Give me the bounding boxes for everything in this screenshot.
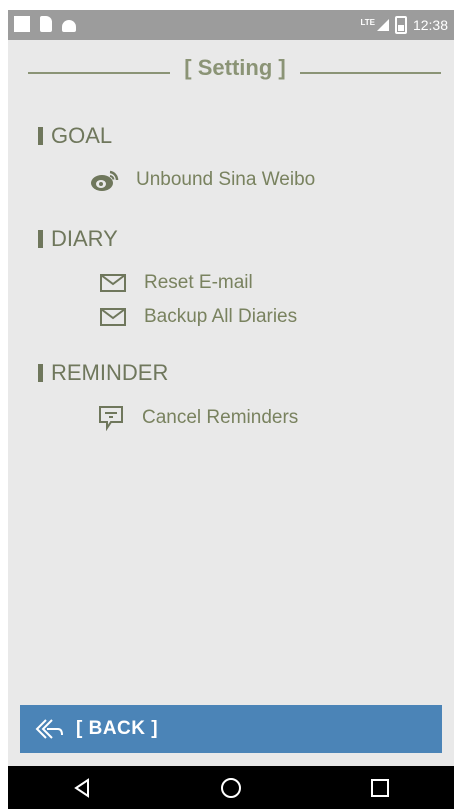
- network-label: LTE: [360, 17, 375, 27]
- status-right-icons: LTE 12:38: [360, 16, 448, 34]
- nav-back-icon[interactable]: [62, 772, 102, 804]
- status-time: 12:38: [412, 17, 448, 33]
- reset-email-item[interactable]: Reset E-mail: [98, 271, 253, 295]
- weibo-icon: [90, 168, 120, 192]
- backup-diaries-item[interactable]: Backup All Diaries: [98, 305, 297, 329]
- section-bar-icon: [38, 230, 43, 248]
- page-header: [ Setting ]: [8, 55, 454, 87]
- notification-square-icon: [14, 16, 30, 32]
- cancel-reminders-label: Cancel Reminders: [142, 407, 299, 428]
- header-divider-right: [300, 72, 441, 74]
- section-diary-label: DIARY: [51, 226, 118, 251]
- backup-diaries-label: Backup All Diaries: [144, 306, 298, 327]
- mail-icon: [98, 271, 128, 295]
- message-icon: [96, 406, 126, 431]
- mail-icon: [98, 305, 128, 329]
- section-bar-icon: [38, 364, 43, 382]
- nav-home-icon[interactable]: [211, 772, 251, 804]
- status-left-icons: [14, 16, 76, 32]
- cancel-reminders-item[interactable]: Cancel Reminders: [96, 406, 299, 431]
- section-diary: DIARY: [38, 226, 118, 252]
- header-divider-left: [28, 72, 170, 74]
- section-reminder-label: REMINDER: [51, 360, 169, 385]
- android-icon: [62, 20, 76, 32]
- unbound-weibo-item[interactable]: Unbound Sina Weibo: [90, 168, 315, 192]
- navigation-bar: [8, 766, 454, 809]
- sd-card-icon: [40, 16, 52, 32]
- back-arrow-icon: [34, 717, 66, 741]
- back-button-label: [ BACK ]: [76, 718, 159, 739]
- section-goal: GOAL: [38, 123, 112, 149]
- section-bar-icon: [38, 127, 43, 145]
- nav-recents-icon[interactable]: [360, 772, 400, 804]
- page-title: [ Setting ]: [184, 55, 286, 80]
- reset-email-label: Reset E-mail: [144, 272, 253, 293]
- device-screen: LTE 12:38 [ Setting ] GOAL Unbound Sina …: [8, 10, 454, 809]
- unbound-weibo-label: Unbound Sina Weibo: [136, 169, 316, 190]
- status-bar: LTE 12:38: [8, 10, 454, 40]
- signal-icon: [376, 19, 389, 31]
- battery-icon: [394, 16, 407, 34]
- back-button[interactable]: [ BACK ]: [20, 705, 442, 753]
- section-reminder: REMINDER: [38, 360, 168, 386]
- section-goal-label: GOAL: [51, 123, 113, 148]
